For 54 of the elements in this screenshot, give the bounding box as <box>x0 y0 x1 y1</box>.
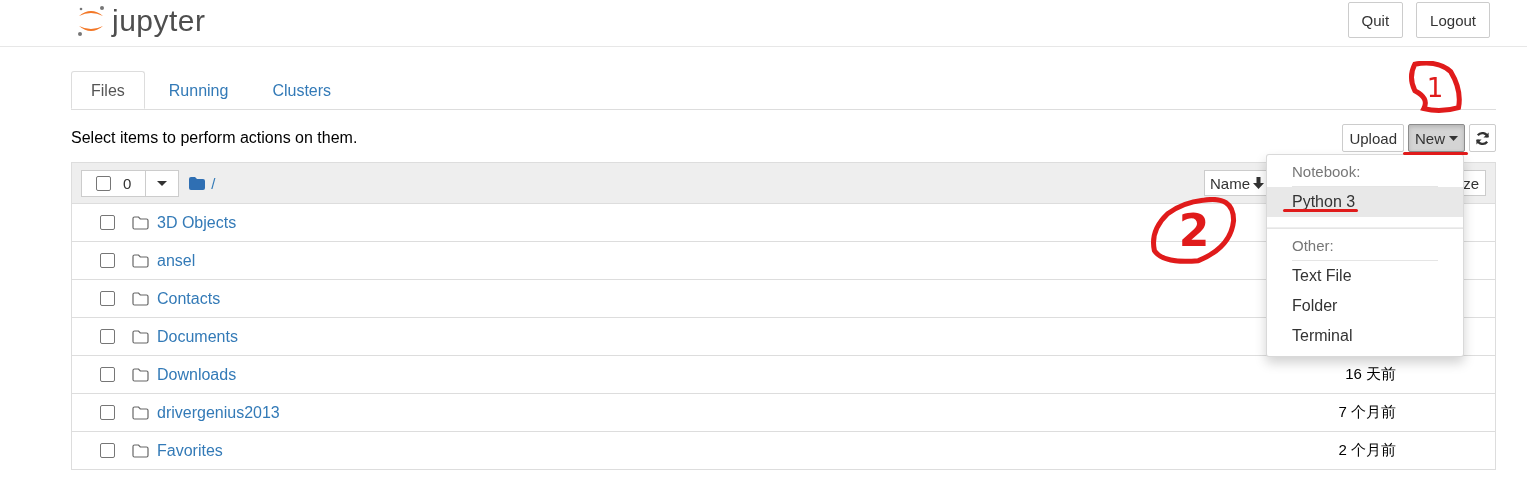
row-checkbox[interactable] <box>100 367 115 382</box>
refresh-icon <box>1475 130 1490 146</box>
header-button[interactable]: Quit <box>1347 2 1404 38</box>
menu-item[interactable]: Text File <box>1267 261 1463 291</box>
folder-icon <box>132 367 149 382</box>
folder-link[interactable]: ansel <box>157 251 196 270</box>
select-menu-button[interactable] <box>146 169 180 197</box>
row-checkbox[interactable] <box>100 329 115 344</box>
row-checkbox[interactable] <box>100 253 115 268</box>
upload-button[interactable]: Upload <box>1342 124 1404 152</box>
sort-arrow-icon <box>1253 177 1264 189</box>
hand-drawn-underline <box>1403 152 1468 155</box>
modified-time: 2 个月前 <box>1338 441 1396 460</box>
menu-item[interactable]: Python 3 <box>1267 187 1463 217</box>
breadcrumb-link[interactable]: / <box>211 174 216 192</box>
folder-icon <box>189 176 206 190</box>
folder-icon <box>132 215 149 230</box>
row-checkbox[interactable] <box>100 215 115 230</box>
modified-time: 16 天前 <box>1345 365 1396 384</box>
folder-link[interactable]: drivergenius2013 <box>157 403 280 422</box>
folder-link[interactable]: 3D Objects <box>157 213 237 232</box>
tab[interactable]: Running <box>148 71 249 109</box>
header-button[interactable]: Logout <box>1416 2 1490 38</box>
row-checkbox[interactable] <box>100 291 115 306</box>
select-all-control[interactable]: 0 <box>81 169 147 197</box>
new-dropdown-button[interactable]: New <box>1408 124 1465 152</box>
folder-icon <box>132 443 149 458</box>
row-checkbox[interactable] <box>100 443 115 458</box>
modified-time: 7 个月前 <box>1338 403 1396 422</box>
folder-link[interactable]: Contacts <box>157 289 221 308</box>
folder-link[interactable]: Favorites <box>157 441 223 460</box>
folder-link[interactable]: Downloads <box>157 365 237 384</box>
tab[interactable]: Files <box>71 71 145 109</box>
menu-section-heading: Other: <box>1291 236 1335 256</box>
annotation-number: 2 <box>1178 205 1210 256</box>
row-checkbox[interactable] <box>100 405 115 420</box>
folder-link[interactable]: Documents <box>157 327 238 346</box>
refresh-button[interactable] <box>1469 124 1496 152</box>
jupyter-logo-icon <box>76 4 106 38</box>
folder-icon <box>132 253 149 268</box>
tab[interactable]: Clusters <box>252 71 352 109</box>
folder-icon <box>132 291 149 306</box>
menu-section-heading: Notebook: <box>1291 162 1362 182</box>
menu-item[interactable]: Terminal <box>1267 321 1463 351</box>
select-all-checkbox[interactable] <box>96 175 111 191</box>
menu-item[interactable]: Folder <box>1267 291 1463 321</box>
annotation-number: 1 <box>1426 72 1444 103</box>
folder-icon <box>132 405 149 420</box>
jupyter-wordmark: jupyter <box>112 4 206 38</box>
hint-text: Select items to perform actions on them. <box>71 129 358 147</box>
selected-count: 0 <box>123 174 132 192</box>
caret-icon <box>157 180 168 186</box>
folder-icon <box>132 329 149 344</box>
caret-icon <box>1449 135 1458 141</box>
